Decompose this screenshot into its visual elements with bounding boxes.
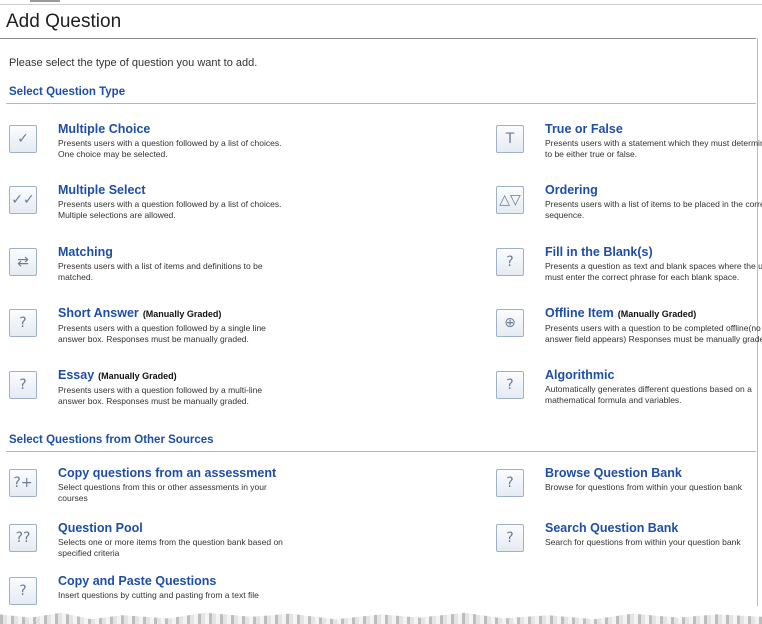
item-title[interactable]: Question Pool <box>58 521 288 536</box>
item-description: Selects one or more items from the quest… <box>58 537 283 558</box>
item-title-row[interactable]: Short Answer (Manually Graded) <box>58 306 288 322</box>
offline-item-icon: ⊕ <box>496 309 524 337</box>
item-title[interactable]: Offline Item <box>545 306 614 320</box>
browse-bank-icon: ? <box>496 469 524 497</box>
item-description: Presents users with a question followed … <box>58 138 282 159</box>
item-title[interactable]: Copy questions from an assessment <box>58 466 288 481</box>
item-title[interactable]: Multiple Select <box>58 183 288 198</box>
top-border <box>0 4 762 5</box>
item-description: Browse for questions from within your qu… <box>545 482 743 492</box>
copy-paste-icon: ? <box>9 577 37 605</box>
item-title[interactable]: Fill in the Blank(s) <box>545 245 762 260</box>
copy-assessment-icon: ?+ <box>9 469 37 497</box>
item-title[interactable]: Multiple Choice <box>58 122 288 137</box>
section-divider <box>6 103 756 104</box>
instructions-text: Please select the type of question you w… <box>9 57 258 69</box>
fill-blank-icon: ? <box>496 248 524 276</box>
item-description: Presents users with a list of items and … <box>58 261 263 282</box>
top-border-accent <box>30 0 60 2</box>
manually-graded-badge: (Manually Graded) <box>142 309 222 319</box>
search-bank-icon: ? <box>496 524 524 552</box>
item-title-row[interactable]: Offline Item (Manually Graded) <box>545 306 762 322</box>
ordering-icon: △▽ <box>496 186 524 214</box>
item-description: Presents users with a question followed … <box>58 385 263 406</box>
item-title[interactable]: Ordering <box>545 183 762 198</box>
item-title[interactable]: Browse Question Bank <box>545 466 762 481</box>
item-title[interactable]: Search Question Bank <box>545 521 762 536</box>
item-description: Presents users with a question to be com… <box>545 323 762 344</box>
item-title[interactable]: Short Answer <box>58 306 139 320</box>
section-heading-question-type: Select Question Type <box>9 86 126 98</box>
item-title[interactable]: True or False <box>545 122 762 137</box>
section-heading-other-sources: Select Questions from Other Sources <box>9 434 214 446</box>
question-pool-icon: ?? <box>9 524 37 552</box>
item-description: Select questions from this or other asse… <box>58 482 267 503</box>
item-title[interactable]: Algorithmic <box>545 368 762 383</box>
torn-edge <box>0 612 762 624</box>
page-title: Add Question <box>6 11 122 32</box>
item-description: Presents users with a question followed … <box>58 323 266 344</box>
short-answer-icon: ? <box>9 309 37 337</box>
checkmark-icon: ✓ <box>9 125 37 153</box>
item-title[interactable]: Matching <box>58 245 288 260</box>
item-title-row[interactable]: Essay (Manually Graded) <box>58 368 288 384</box>
item-description: Search for questions from within your qu… <box>545 537 741 547</box>
manually-graded-badge: (Manually Graded) <box>98 371 177 381</box>
item-description: Presents users with a statement which th… <box>545 138 762 159</box>
item-description: Insert questions by cutting and pasting … <box>58 590 259 600</box>
section-divider <box>6 451 756 452</box>
manually-graded-badge: (Manually Graded) <box>617 309 697 319</box>
item-description: Presents users with a question followed … <box>58 199 282 220</box>
item-title[interactable]: Copy and Paste Questions <box>58 574 288 589</box>
essay-icon: ? <box>9 371 37 399</box>
item-description: Presents users with a list of items to b… <box>545 199 762 220</box>
matching-icon: ⇄ <box>9 248 37 276</box>
double-checkmark-icon: ✓✓ <box>9 186 37 214</box>
item-description: Automatically generates different questi… <box>545 384 752 405</box>
title-divider <box>0 38 756 39</box>
algorithmic-icon: ? <box>496 371 524 399</box>
item-description: Presents a question as text and blank sp… <box>545 261 762 282</box>
true-false-icon: T <box>496 125 524 153</box>
item-title[interactable]: Essay <box>58 368 94 382</box>
